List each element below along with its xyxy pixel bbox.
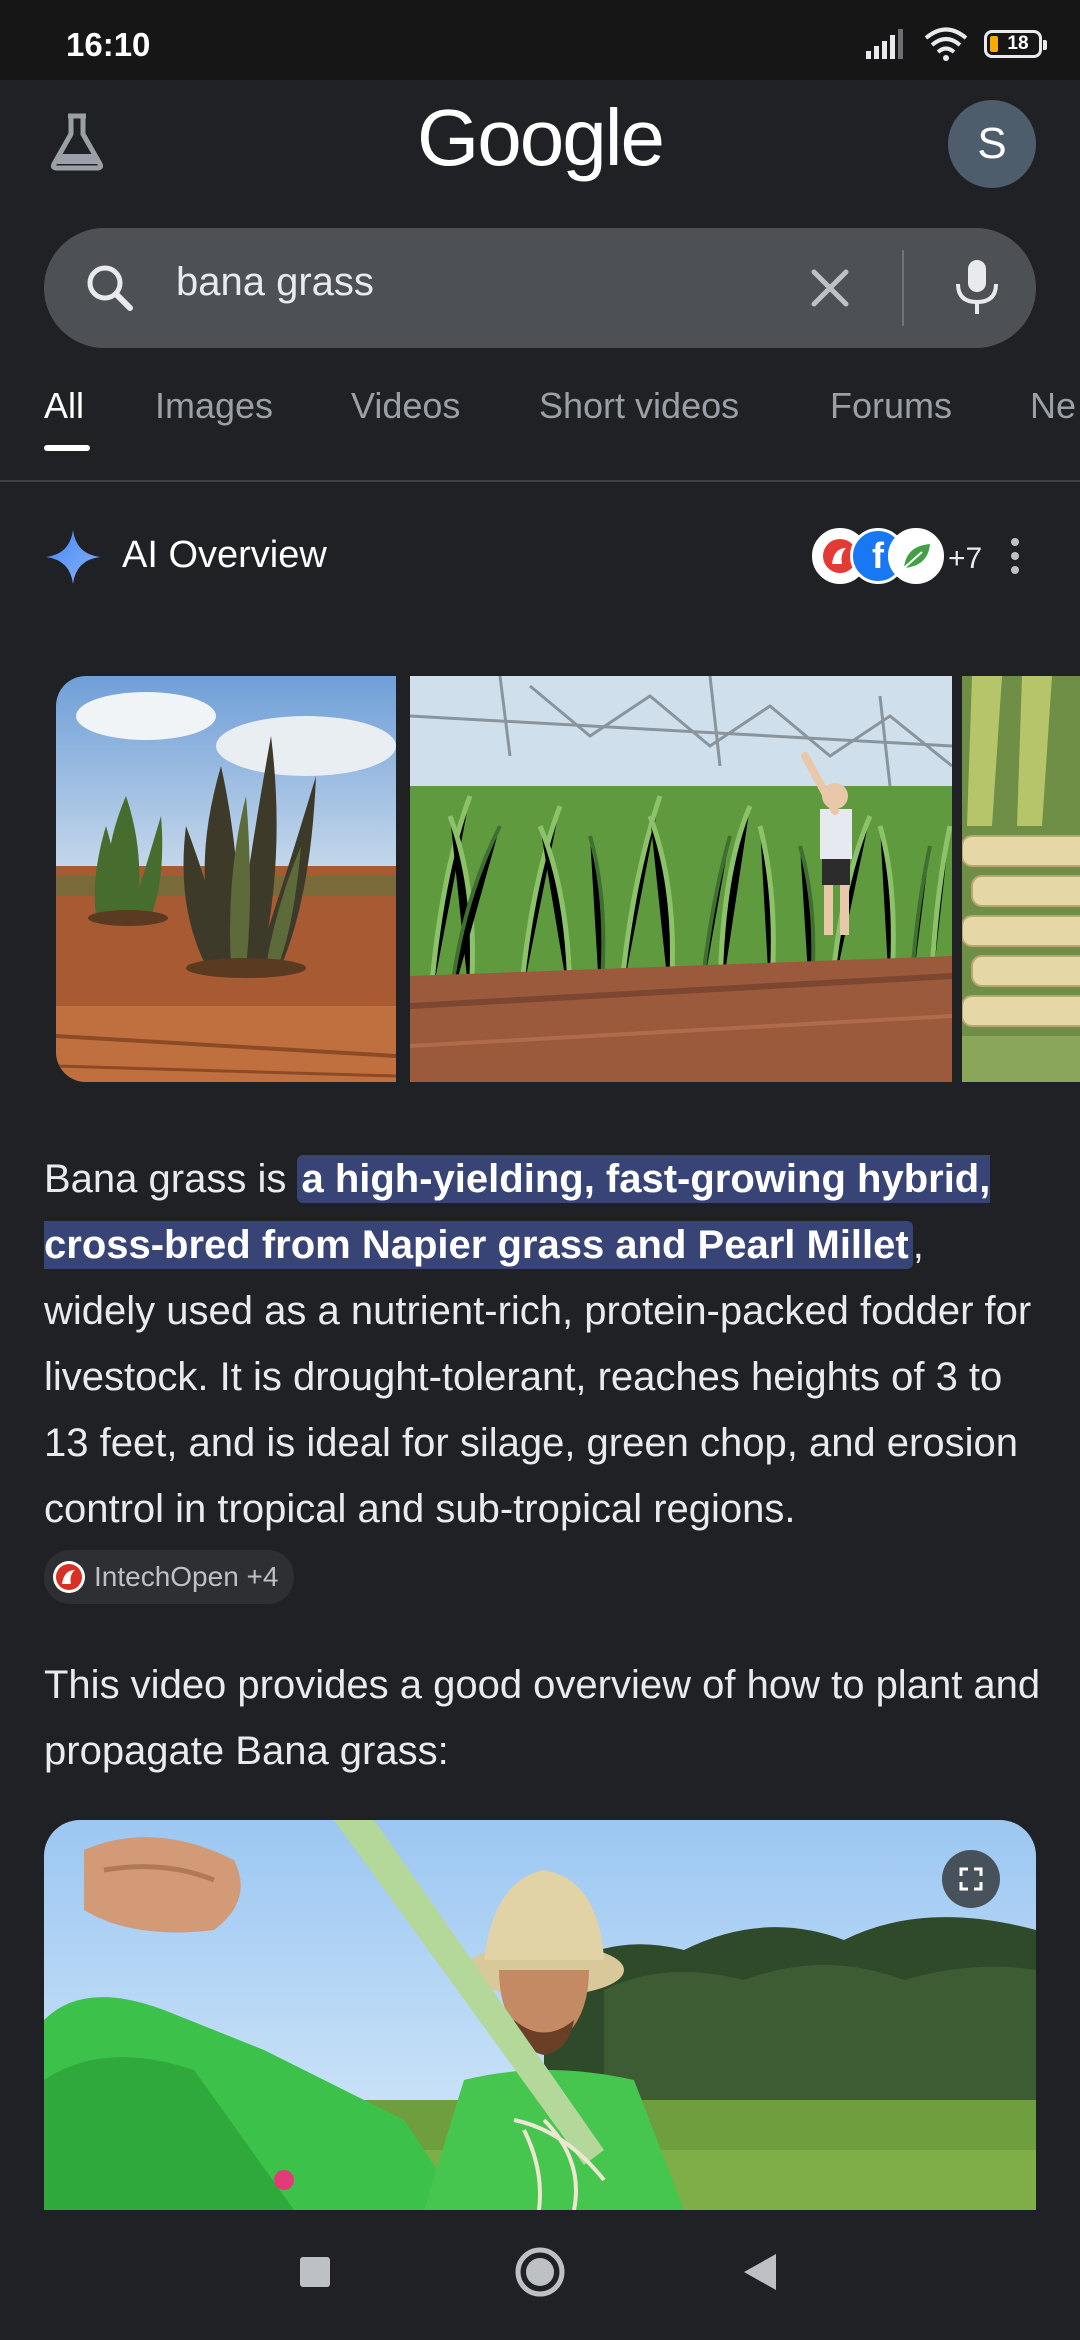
ai-overview-header: AI Overview f +7 — [44, 520, 1036, 592]
system-nav-bar — [0, 2210, 1080, 2340]
ai-sparkle-icon — [46, 530, 100, 584]
ai-overview-answer: Bana grass is a high-yielding, fast-grow… — [44, 1146, 1044, 1608]
video-thumbnail[interactable] — [44, 1820, 1036, 2210]
recents-icon[interactable] — [298, 2255, 332, 2289]
home-icon[interactable] — [514, 2246, 566, 2298]
bana-grass-image-1[interactable] — [56, 676, 396, 1082]
search-divider — [902, 250, 904, 326]
expand-video-button[interactable] — [942, 1850, 1000, 1908]
account-avatar[interactable]: S — [948, 100, 1036, 188]
search-icon[interactable] — [80, 258, 140, 318]
signal-icon — [866, 29, 903, 59]
leaf-icon[interactable] — [888, 528, 944, 584]
ai-overview-title: AI Overview — [122, 534, 327, 576]
answer-prefix: Bana grass is — [44, 1157, 298, 1201]
search-input[interactable]: bana grass — [176, 260, 374, 305]
more-options-icon[interactable] — [1008, 534, 1022, 578]
tab-all[interactable]: All — [44, 385, 84, 427]
clear-icon[interactable] — [804, 262, 856, 314]
tab-images[interactable]: Images — [155, 385, 273, 427]
image-carousel[interactable] — [56, 676, 1080, 1082]
status-bar: 16:10 18 — [0, 0, 1080, 80]
status-icons: 18 — [866, 24, 1047, 64]
answer-rest: , widely used as a nutrient-rich, protei… — [44, 1223, 1032, 1531]
video-intro-text: This video provides a good overview of h… — [44, 1663, 1041, 1773]
search-tabs: All Images Videos Short videos Forums Ne — [0, 385, 1080, 480]
tab-videos[interactable]: Videos — [351, 385, 460, 427]
source-icons[interactable]: f +7 — [770, 528, 982, 588]
bana-grass-image-3[interactable] — [962, 676, 1080, 1082]
battery-icon: 18 — [984, 30, 1047, 58]
tab-news[interactable]: Ne — [1030, 385, 1076, 427]
active-tab-indicator — [44, 445, 90, 451]
intechopen-icon — [53, 1561, 85, 1594]
tab-forums[interactable]: Forums — [830, 385, 952, 427]
citation-chip[interactable]: IntechOpen +4 — [44, 1550, 295, 1605]
battery-level: 18 — [1007, 33, 1029, 54]
expand-icon — [959, 1867, 983, 1891]
citation-label[interactable]: IntechOpen +4 — [94, 1552, 278, 1602]
tabs-divider — [0, 480, 1080, 482]
status-time: 16:10 — [66, 26, 151, 63]
google-logo[interactable]: Google — [0, 92, 1080, 184]
tab-short-videos[interactable]: Short videos — [539, 385, 739, 427]
search-box[interactable]: bana grass — [44, 228, 1036, 348]
microphone-icon[interactable] — [944, 254, 1010, 320]
back-icon[interactable] — [742, 2252, 778, 2292]
bana-grass-image-2[interactable] — [410, 676, 952, 1082]
wifi-icon — [924, 27, 968, 61]
more-sources-count[interactable]: +7 — [948, 542, 982, 576]
